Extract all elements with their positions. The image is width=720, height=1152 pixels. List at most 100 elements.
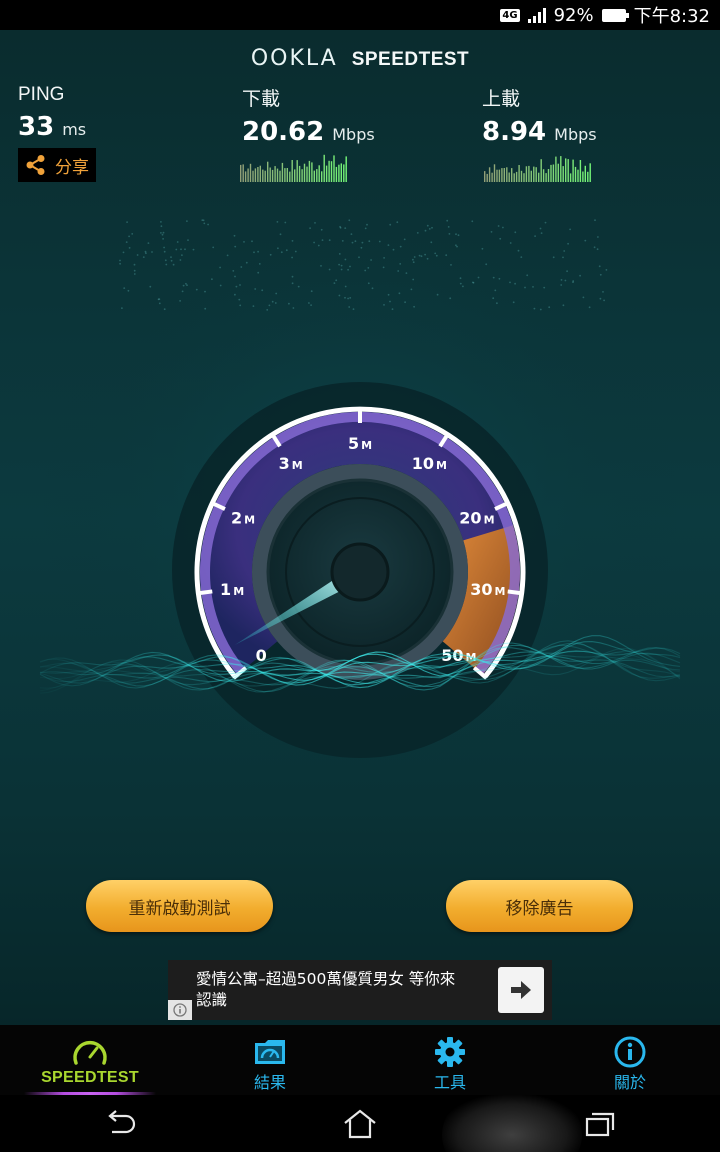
ad-banner[interactable]: 愛情公寓–超過500萬優質男女 等你來 認識 xyxy=(168,960,552,1020)
background-dot xyxy=(490,231,493,233)
background-dot xyxy=(412,258,414,261)
background-dot xyxy=(328,268,331,271)
background-dot xyxy=(431,226,433,229)
sparkline-bar xyxy=(503,168,505,182)
background-dot xyxy=(119,262,121,265)
background-dot xyxy=(387,244,390,246)
sparkline-bar xyxy=(244,171,247,182)
background-dot xyxy=(367,267,370,269)
background-dot xyxy=(364,269,367,272)
background-dot xyxy=(185,282,187,285)
nav-speedtest[interactable]: SPEEDTEST xyxy=(0,1025,180,1095)
background-dot xyxy=(163,246,166,249)
sparkline-bar xyxy=(513,173,515,182)
sparkline-bar xyxy=(313,170,315,182)
sparkline-bar xyxy=(550,164,552,182)
sparkline-bar xyxy=(252,170,254,182)
background-dot xyxy=(254,288,257,290)
background-dot xyxy=(182,284,185,287)
background-dot xyxy=(181,290,184,293)
sparkline-bar xyxy=(574,166,577,182)
upload-value: 8.94 xyxy=(482,117,547,147)
nav-results[interactable]: 結果 xyxy=(180,1025,360,1095)
background-dot xyxy=(251,240,253,243)
restart-test-button[interactable]: 重新啟動測試 xyxy=(86,880,273,932)
sparkline-bar xyxy=(240,164,242,182)
background-dot xyxy=(344,227,347,229)
battery-icon xyxy=(601,8,629,22)
background-dot xyxy=(509,242,512,244)
info-icon[interactable] xyxy=(168,1000,192,1020)
background-dot xyxy=(294,250,297,253)
sparkline-bar xyxy=(284,168,286,182)
sparkline-bar xyxy=(520,170,523,182)
sparkline-bar xyxy=(511,168,513,182)
background-dot xyxy=(328,239,331,242)
background-dot xyxy=(420,255,423,258)
background-dot xyxy=(128,235,131,238)
background-dot xyxy=(276,221,279,223)
sparkline-bar xyxy=(335,166,338,182)
sparkline-bar xyxy=(279,170,281,182)
background-dot xyxy=(195,288,198,291)
nav-tools[interactable]: 工具 xyxy=(360,1025,540,1095)
remove-ads-button[interactable]: 移除廣告 xyxy=(446,880,633,932)
sparkline-bar xyxy=(542,169,545,182)
nav-about[interactable]: 關於 xyxy=(540,1025,720,1095)
background-dot xyxy=(314,222,316,224)
background-dot xyxy=(280,251,283,254)
background-dot xyxy=(520,256,523,258)
back-icon[interactable] xyxy=(90,1104,150,1144)
background-dot xyxy=(320,265,322,267)
download-unit: Mbps xyxy=(332,125,375,144)
background-dot xyxy=(594,219,596,222)
background-dot xyxy=(179,259,182,261)
nav-tools-label: 工具 xyxy=(433,1075,466,1092)
background-dot xyxy=(603,299,605,302)
background-dot xyxy=(404,301,406,304)
background-dot xyxy=(560,284,563,286)
background-dot xyxy=(233,234,236,237)
background-dot xyxy=(344,258,347,261)
background-dot xyxy=(339,226,342,229)
background-dot xyxy=(412,261,415,264)
background-dot xyxy=(584,239,587,242)
background-dot xyxy=(597,236,599,238)
background-dot xyxy=(163,308,166,311)
background-dot xyxy=(157,298,160,301)
background-dot xyxy=(211,278,213,281)
upload-metric: 上載 8.94 Mbps xyxy=(482,84,597,147)
download-value: 20.62 xyxy=(242,117,325,147)
background-dot xyxy=(544,221,547,224)
sparkline-bar xyxy=(330,161,333,182)
sparkline-bar xyxy=(311,162,313,182)
background-dot xyxy=(572,281,574,284)
nav-results-label: 結果 xyxy=(253,1075,286,1092)
background-dot xyxy=(133,263,136,266)
background-dot xyxy=(413,256,416,258)
background-dot xyxy=(126,221,128,223)
sparkline-bar xyxy=(301,169,303,182)
info-icon xyxy=(614,1036,646,1068)
background-dot xyxy=(179,300,182,302)
background-dot xyxy=(492,276,495,279)
background-dot xyxy=(122,251,125,254)
sparkline-bar xyxy=(538,172,540,182)
home-icon[interactable] xyxy=(330,1104,390,1144)
background-dot xyxy=(284,221,287,224)
background-dot xyxy=(534,235,536,237)
background-dot xyxy=(397,270,400,272)
background-dot xyxy=(338,294,341,297)
background-dot xyxy=(579,274,581,277)
background-dot xyxy=(243,241,245,243)
download-sparkline xyxy=(240,154,347,182)
background-dot xyxy=(566,270,568,273)
arrow-right-icon[interactable] xyxy=(498,967,544,1013)
recent-apps-icon[interactable] xyxy=(570,1104,630,1144)
share-button[interactable]: 分享 xyxy=(18,148,96,182)
background-dot xyxy=(292,307,295,309)
gauge-tick xyxy=(507,589,524,596)
sparkline-bar xyxy=(552,164,555,182)
background-dot xyxy=(391,308,394,310)
background-dot xyxy=(485,263,488,266)
